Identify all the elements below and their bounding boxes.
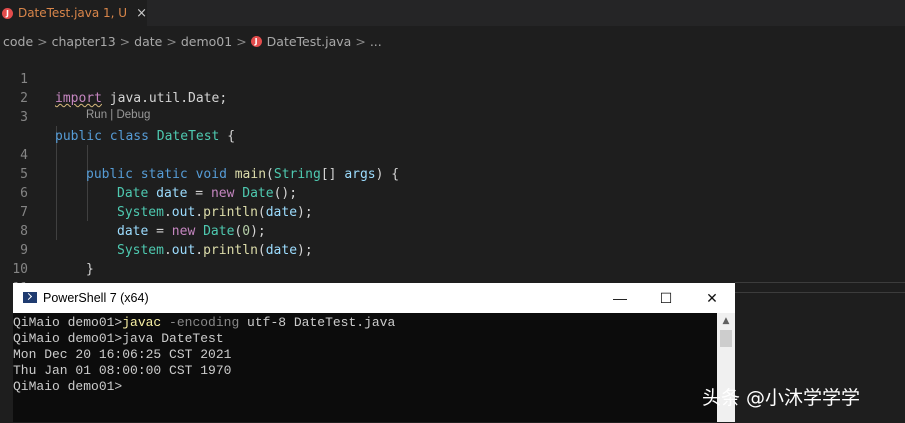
terminal-line: Thu Jan 01 08:00:00 CST 1970: [13, 363, 232, 378]
punctuation: (: [266, 167, 274, 182]
close-button[interactable]: ✕: [689, 283, 735, 313]
variable: date: [265, 205, 298, 220]
punctuation: .: [195, 205, 204, 220]
field: out: [171, 205, 196, 220]
tab-title: DateTest.java 1, U: [17, 6, 128, 20]
tab-datetest-java[interactable]: J DateTest.java 1, U ×: [0, 0, 147, 26]
code-line-9: 9 }: [0, 222, 94, 277]
punctuation: );: [297, 243, 313, 258]
punctuation: );: [250, 224, 266, 239]
keyword: static: [140, 167, 188, 182]
scrollbar-thumb[interactable]: [720, 330, 732, 347]
punctuation: .: [163, 243, 172, 258]
punctuation: []: [320, 167, 345, 182]
codelens-run-debug[interactable]: Run | Debug: [86, 109, 150, 121]
breadcrumb-item-code[interactable]: code: [3, 34, 33, 49]
class-ref: System: [117, 205, 164, 220]
tab-bar: J DateTest.java 1, U ×: [0, 0, 905, 26]
constructor: Date: [203, 224, 235, 239]
breadcrumb: code > chapter13 > date > demo01 > J Dat…: [3, 31, 382, 51]
punctuation: .: [163, 205, 172, 220]
type: Date: [117, 186, 149, 201]
closing-brace: }: [86, 262, 94, 277]
code-line-5: 5 Date date = new Date();: [0, 146, 297, 201]
maximize-button[interactable]: ☐: [643, 283, 689, 313]
window-titlebar[interactable]: PowerShell 7 (x64) — ☐ ✕: [13, 283, 735, 313]
java-file-icon: J: [250, 35, 262, 47]
code-line-3: 3 public class DateTest {: [0, 89, 235, 144]
scroll-up-icon[interactable]: ▲: [717, 313, 735, 329]
prompt: QiMaio demo01>: [13, 331, 123, 346]
code-editor[interactable]: 1 import java.util.Date; 2 3 public clas…: [0, 50, 905, 315]
command: javac: [122, 315, 162, 330]
code-line-11: 11 }: [0, 260, 62, 315]
import-keyword: import: [55, 91, 102, 106]
operator: =: [187, 186, 211, 201]
method-name: println: [203, 243, 258, 258]
chevron-right-icon: >: [119, 33, 131, 49]
keyword: new: [210, 186, 235, 201]
line-number: 3: [20, 110, 28, 125]
variable: date: [156, 186, 188, 201]
keyword: new: [171, 224, 196, 239]
type: String: [273, 167, 321, 182]
command: java DateTest: [122, 331, 224, 346]
parameter: args: [344, 167, 376, 182]
keyword: public: [55, 129, 102, 144]
field: out: [171, 243, 196, 258]
code-line-1: 1 import java.util.Date;: [0, 51, 227, 106]
punctuation: ();: [273, 186, 298, 201]
command-args: utf-8 DateTest.java: [239, 315, 396, 330]
breadcrumb-item-symbols[interactable]: ...: [370, 34, 382, 49]
chevron-right-icon: >: [37, 33, 48, 49]
chevron-right-icon: >: [166, 33, 177, 49]
window-title: PowerShell 7 (x64): [43, 291, 149, 305]
breadcrumb-item-file[interactable]: DateTest.java: [267, 34, 352, 49]
chevron-right-icon: >: [355, 33, 366, 49]
operator: =: [148, 224, 172, 239]
terminal-line: QiMaio demo01>javac -encoding utf-8 Date…: [13, 315, 395, 331]
breadcrumb-item-chapter13[interactable]: chapter13: [52, 34, 116, 49]
terminal-line: Mon Dec 20 16:06:25 CST 2021: [13, 347, 232, 362]
prompt: QiMaio demo01>: [13, 315, 123, 330]
punctuation: .: [195, 243, 204, 258]
import-path: java.util.Date;: [101, 91, 228, 106]
keyword: public: [86, 167, 133, 182]
number-literal: 0: [242, 224, 251, 239]
punctuation: (: [257, 243, 266, 258]
command-flag: -encoding: [161, 315, 240, 330]
watermark: 头条 @小沐学学学: [702, 387, 861, 409]
punctuation: ) {: [375, 167, 400, 182]
constructor: Date: [242, 186, 274, 201]
code-line-10: 10: [0, 241, 31, 277]
terminal-line: QiMaio demo01>: [13, 379, 123, 394]
breadcrumb-item-demo01[interactable]: demo01: [181, 34, 232, 49]
method-name: println: [203, 205, 258, 220]
punctuation: {: [219, 129, 236, 144]
code-line-6: 6 System.out.println(date);: [0, 165, 313, 220]
minimize-button[interactable]: —: [597, 283, 643, 313]
method-name: main: [234, 167, 267, 182]
close-icon[interactable]: ×: [136, 6, 147, 21]
code-line-4: 4 public static void main(String[] args)…: [0, 127, 399, 182]
terminal-line: QiMaio demo01>java DateTest: [13, 331, 224, 347]
class-name: DateTest: [156, 129, 220, 144]
java-file-icon: J: [2, 7, 13, 19]
class-ref: System: [117, 243, 164, 258]
punctuation: );: [297, 205, 313, 220]
variable: date: [265, 243, 298, 258]
variable: date: [117, 224, 149, 239]
breadcrumb-item-date[interactable]: date: [134, 34, 162, 49]
keyword: class: [109, 129, 149, 144]
divider: [735, 292, 905, 293]
keyword: void: [195, 167, 227, 182]
powershell-window[interactable]: PowerShell 7 (x64) — ☐ ✕ QiMaio demo01>j…: [13, 283, 735, 422]
code-line-2: 2: [0, 70, 31, 106]
powershell-icon: [23, 292, 37, 303]
chevron-right-icon: >: [236, 33, 247, 49]
code-line-7: 7 date = new Date(0);: [0, 184, 266, 239]
code-line-8: 8 System.out.println(date);: [0, 203, 313, 258]
punctuation: (: [257, 205, 266, 220]
terminal-output[interactable]: QiMaio demo01>javac -encoding utf-8 Date…: [13, 313, 717, 422]
